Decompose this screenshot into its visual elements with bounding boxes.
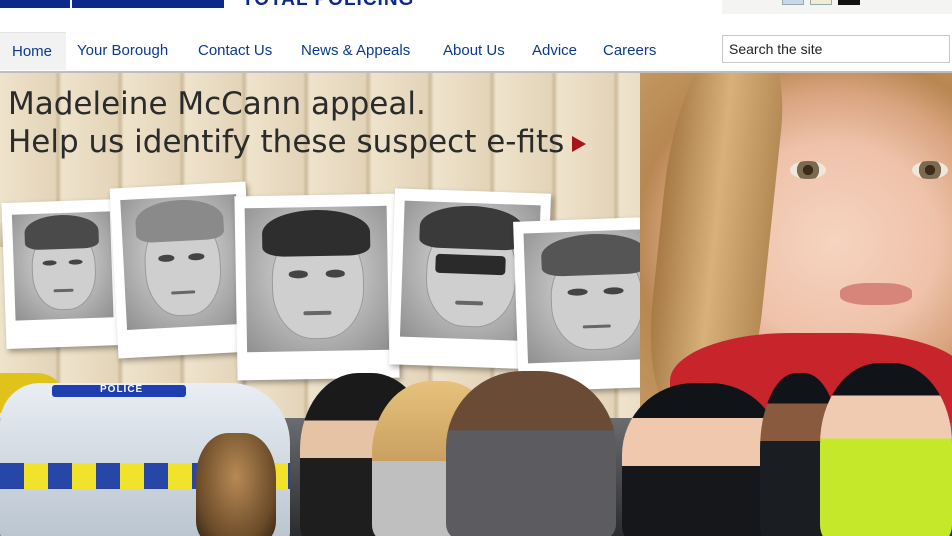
- appeal-headline[interactable]: Madeleine McCann appeal. Help us identif…: [8, 85, 587, 161]
- site-logo-text[interactable]: TOTAL POLICING: [242, 0, 414, 11]
- colour-scheme-cream[interactable]: [810, 0, 832, 5]
- efit-hair: [419, 203, 525, 252]
- efit-hair: [261, 208, 371, 257]
- colour-scheme-light-blue[interactable]: [782, 0, 804, 5]
- officer-hi-vis: [820, 363, 952, 536]
- logo-bar-left: [0, 0, 70, 8]
- child-eye-left: [790, 161, 826, 179]
- nav-your-borough[interactable]: Your Borough: [67, 32, 178, 70]
- efit-photo-1: [11, 211, 114, 321]
- site-header: TOTAL POLICING: [0, 0, 952, 30]
- accessibility-bar: [722, 0, 952, 14]
- nav-contact-us[interactable]: Contact Us: [188, 32, 282, 70]
- headline-line-2-text: Help us identify these suspect e-fits: [8, 124, 565, 160]
- police-dog: [196, 433, 276, 536]
- efit-eye: [567, 288, 588, 296]
- child-mouth: [840, 283, 912, 305]
- efit-polaroid-2[interactable]: [109, 181, 255, 359]
- efit-photo-2: [120, 194, 243, 330]
- efit-polaroid-3[interactable]: [234, 193, 400, 381]
- nav-advice[interactable]: Advice: [522, 32, 587, 70]
- efit-eye: [325, 269, 346, 278]
- play-arrow-icon: [572, 135, 587, 152]
- efit-polaroid-1[interactable]: [1, 198, 125, 350]
- nav-about-us[interactable]: About Us: [433, 32, 515, 70]
- efit-hair: [23, 213, 100, 251]
- efit-hair: [540, 231, 649, 278]
- efit-eye: [288, 270, 309, 279]
- headline-line-1: Madeleine McCann appeal.: [8, 86, 426, 122]
- police-car-label: POLICE: [100, 384, 144, 395]
- efit-photo-3: [244, 205, 390, 353]
- efit-mouth: [303, 310, 332, 316]
- logo-bar-right: [72, 0, 224, 8]
- efit-hair: [134, 197, 225, 244]
- nav-careers[interactable]: Careers: [593, 32, 666, 70]
- nav-home[interactable]: Home: [0, 32, 66, 70]
- headline-line-2: Help us identify these suspect e-fits: [8, 123, 587, 161]
- efit-sunglasses: [434, 253, 507, 275]
- member-of-public-brunette: [446, 371, 616, 536]
- colour-scheme-high-contrast[interactable]: [838, 0, 860, 5]
- nav-news-appeals[interactable]: News & Appeals: [291, 32, 420, 70]
- efit-eye: [68, 258, 83, 265]
- appeal-banner[interactable]: Madeleine McCann appeal. Help us identif…: [0, 73, 952, 536]
- child-eye-right: [912, 161, 948, 179]
- officer-female-smiling: [622, 383, 782, 536]
- search-input[interactable]: [729, 37, 939, 61]
- search-box: [722, 35, 950, 63]
